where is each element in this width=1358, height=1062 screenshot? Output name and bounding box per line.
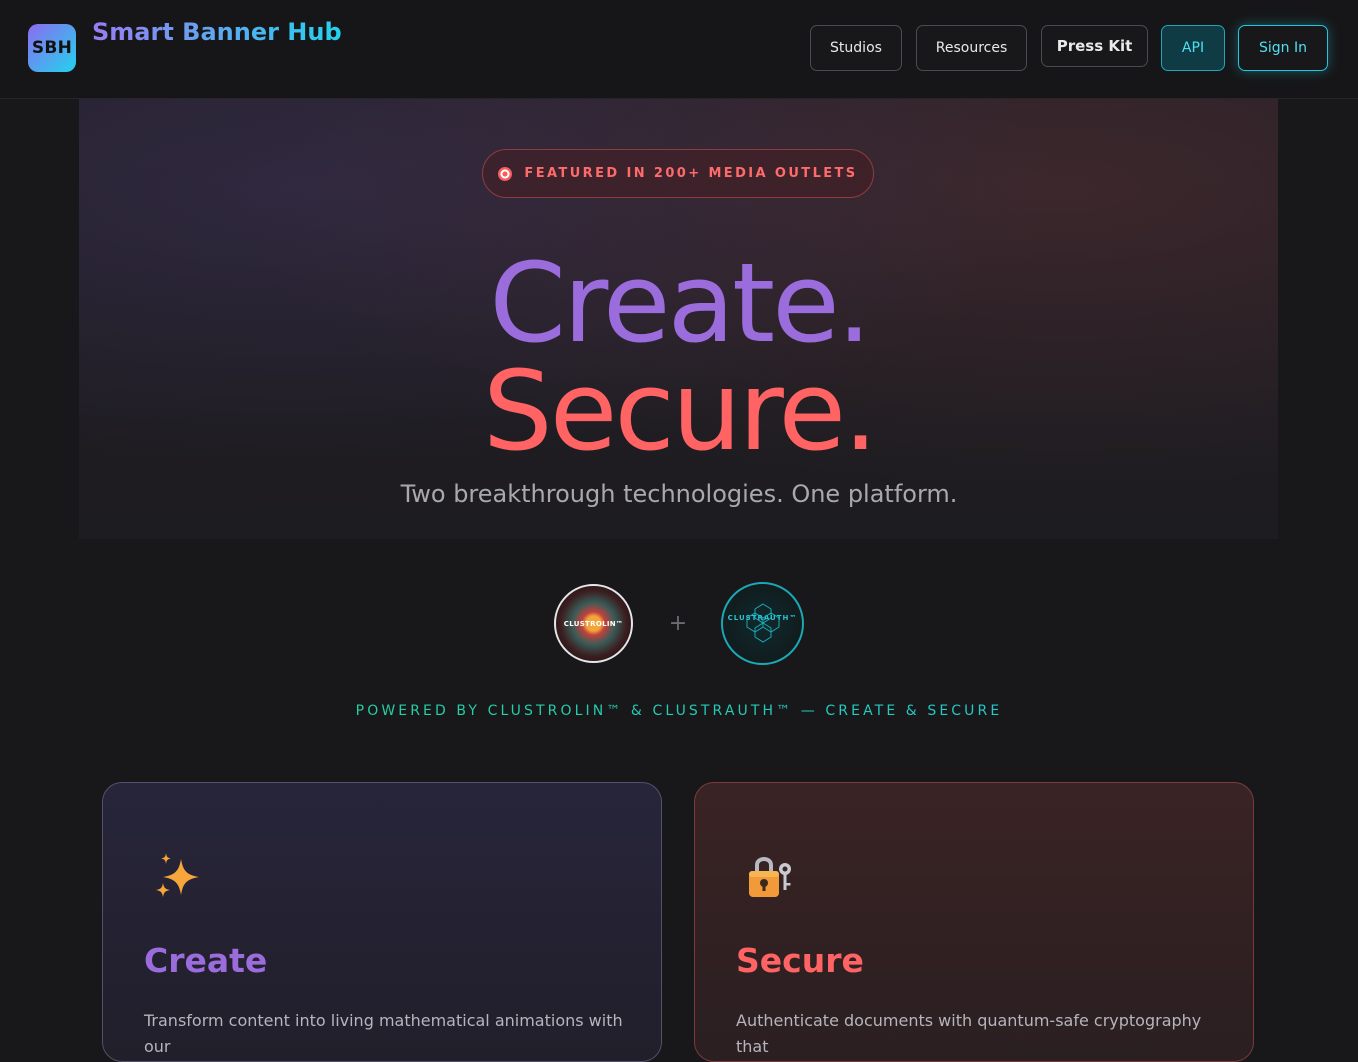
brand-name[interactable]: Smart Banner Hub — [92, 18, 342, 46]
hero-subtitle: Two breakthrough technologies. One platf… — [400, 480, 958, 508]
featured-badge[interactable]: FEATURED IN 200+ MEDIA OUTLETS — [482, 149, 874, 198]
clustrolin-logo[interactable]: CLUSTROLIN™ — [554, 584, 633, 663]
plus-sign: + — [668, 611, 688, 636]
nav-api-button[interactable]: API — [1161, 25, 1225, 71]
nav-resources-button[interactable]: Resources — [916, 25, 1027, 71]
hero-headline-secure: Secure. — [482, 347, 878, 475]
create-card[interactable]: Create Transform content into living mat… — [102, 782, 662, 1062]
clustrauth-logo-text: CLUSTRAUTH™ — [727, 613, 798, 622]
hexagon-network-icon — [746, 603, 780, 643]
sign-in-button[interactable]: Sign In — [1238, 25, 1328, 71]
powered-by-tagline: POWERED BY CLUSTROLIN™ & CLUSTRAUTH™ — C… — [0, 703, 1358, 719]
nav-studios-button[interactable]: Studios — [810, 25, 902, 71]
target-icon — [498, 166, 513, 181]
site-header: SBH Smart Banner Hub Studios Resources P… — [0, 0, 1358, 99]
hero-headline-create: Create. — [489, 239, 871, 367]
secure-card-description: Authenticate documents with quantum-safe… — [736, 1011, 1202, 1056]
clustrauth-logo[interactable]: CLUSTRAUTH™ — [721, 582, 804, 665]
create-card-title: Create — [144, 941, 268, 980]
logo-badge[interactable]: SBH — [28, 24, 76, 72]
clustrolin-logo-text: CLUSTROLIN™ — [563, 619, 624, 628]
nav-press-kit-button[interactable]: Press Kit — [1041, 25, 1148, 67]
secure-card[interactable]: Secure Authenticate documents with quant… — [694, 782, 1254, 1062]
sparkles-icon — [156, 853, 199, 897]
secure-card-title: Secure — [736, 941, 864, 980]
featured-badge-label: FEATURED IN 200+ MEDIA OUTLETS — [524, 166, 858, 181]
lock-with-key-icon — [749, 857, 791, 897]
create-card-description: Transform content into living mathematic… — [144, 1011, 623, 1056]
